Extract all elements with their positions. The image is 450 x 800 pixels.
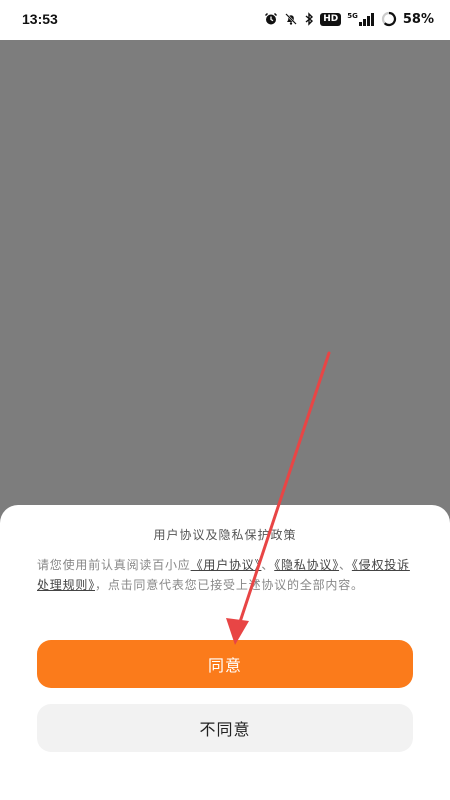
agree-button[interactable]: 同意 <box>37 640 413 688</box>
signal-icon: 5G <box>347 11 375 26</box>
body-prefix: 请您使用前认真阅读百小应 <box>37 558 191 572</box>
separator: 、 <box>261 558 275 572</box>
disagree-button[interactable]: 不同意 <box>37 704 413 752</box>
body-suffix: ，点击同意代表您已接受上述协议的全部内容。 <box>95 578 364 592</box>
bluetooth-icon <box>304 12 314 26</box>
link-user-agreement[interactable]: 《用户协议》 <box>191 558 262 572</box>
consent-dialog: 用户协议及隐私保护政策 请您使用前认真阅读百小应《用户协议》、《隐私协议》、《侵… <box>0 505 450 800</box>
network-label: 5G <box>347 11 358 20</box>
separator: 、 <box>339 558 352 572</box>
link-privacy-agreement[interactable]: 《隐私协议》 <box>274 558 339 572</box>
mute-icon <box>284 12 298 26</box>
status-icons: HD 5G 58% <box>264 9 434 29</box>
battery-percent: 58% <box>402 11 434 27</box>
status-time: 13:53 <box>22 11 58 27</box>
dialog-body: 请您使用前认真阅读百小应《用户协议》、《隐私协议》、《侵权投诉处理规则》，点击同… <box>37 555 417 595</box>
battery-icon <box>381 11 397 27</box>
alarm-icon <box>264 12 278 26</box>
dialog-title: 用户协议及隐私保护政策 <box>153 528 297 542</box>
status-bar: 13:53 HD 5G 58% <box>0 0 450 40</box>
hd-icon: HD <box>320 12 342 26</box>
